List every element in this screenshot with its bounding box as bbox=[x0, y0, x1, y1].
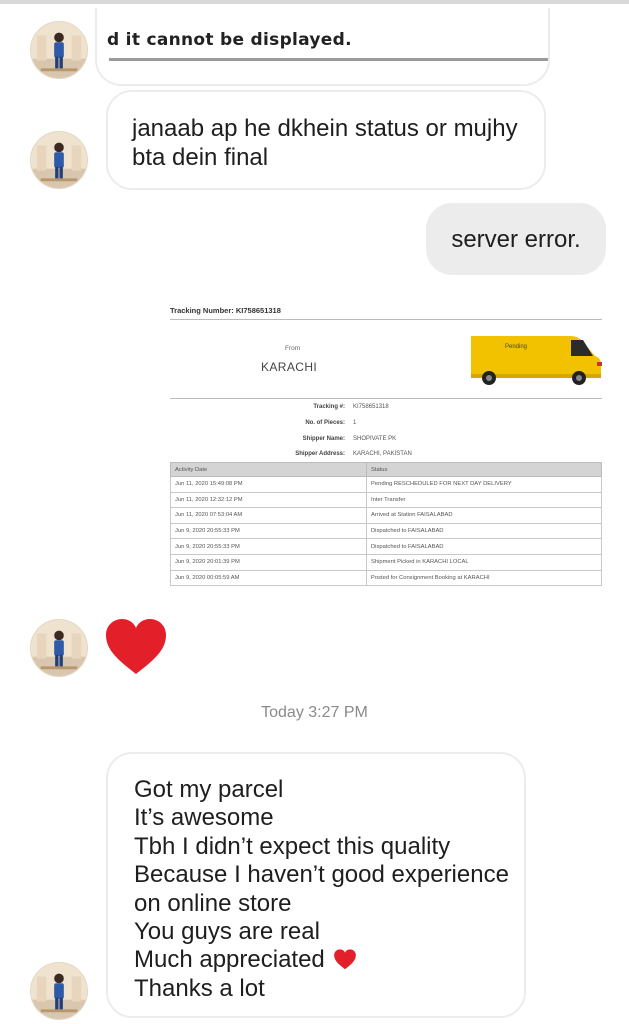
table-row: Jun 9, 2020 20:01:39 PM Shipment Picked i… bbox=[170, 553, 602, 571]
from-value: KARACHI bbox=[261, 360, 318, 374]
row-date: Jun 11, 2020 15:49:08 PM bbox=[170, 476, 367, 493]
row-status: Shipment Picked in KARACHI LOCAL bbox=[366, 553, 602, 571]
row-date: Jun 9, 2020 20:55:33 PM bbox=[170, 522, 367, 540]
row-status: Arrived at Station FAISALABAD bbox=[366, 507, 602, 524]
detail-value: KI758651318 bbox=[353, 404, 389, 410]
van-status-text: Pending bbox=[505, 344, 527, 350]
table-row: Jun 9, 2020 00:05:59 AM Posted for Consig… bbox=[170, 569, 602, 587]
row-status: Posted for Consignment Booking at KARACH… bbox=[366, 569, 602, 587]
divider bbox=[170, 319, 602, 320]
divider bbox=[170, 398, 602, 399]
row-date: Jun 11, 2020 07:53:04 AM bbox=[170, 507, 367, 524]
detail-value: SHOPIVATE PK bbox=[353, 436, 397, 442]
tracking-number-heading: Tracking Number: KI758651318 bbox=[170, 306, 281, 315]
row-date: Jun 11, 2020 12:32:12 PM bbox=[170, 491, 367, 509]
top-divider bbox=[0, 0, 629, 4]
detail-row: Shipper Address: KARACHI, PAKISTAN bbox=[247, 451, 447, 461]
table-row: Jun 11, 2020 12:32:12 PM Inter Transfer bbox=[170, 491, 602, 509]
incoming-message-bubble[interactable]: Got my parcel It’s awesome Tbh I didn’t … bbox=[106, 752, 526, 1018]
detail-row: No. of Pieces: 1 bbox=[247, 420, 447, 430]
row-status: Dispatched to FAISALABAD bbox=[366, 522, 602, 540]
incoming-message-bubble[interactable]: janaab ap he dkhein status or mujhy bta … bbox=[106, 90, 546, 190]
detail-key: Tracking #: bbox=[313, 404, 345, 410]
person-photo-icon bbox=[31, 620, 87, 676]
table-row: Jun 9, 2020 20:55:33 PM Dispatched to FAI… bbox=[170, 522, 602, 540]
detail-row: Shipper Name: SHOPIVATE PK bbox=[247, 436, 447, 446]
table-row: Jun 9, 2020 20:55:33 PM Dispatched to FAI… bbox=[170, 538, 602, 555]
column-header-status: Status bbox=[366, 462, 602, 477]
sender-avatar[interactable] bbox=[30, 962, 88, 1020]
message-timestamp: Today 3:27 PM bbox=[261, 704, 368, 721]
heart-emoji-icon[interactable] bbox=[104, 618, 168, 676]
row-date: Jun 9, 2020 20:01:39 PM bbox=[170, 553, 367, 571]
detail-row: Tracking #: KI758651318 bbox=[247, 404, 447, 414]
detail-value: 1 bbox=[353, 420, 357, 426]
delivery-van-icon: Pending bbox=[471, 336, 602, 385]
message-line: Because I haven’t good experience bbox=[134, 861, 509, 889]
message-line-with-heart: Much appreciated bbox=[134, 946, 498, 974]
tracking-screenshot-image[interactable]: Tracking Number: KI758651318 From KARACH… bbox=[165, 298, 603, 590]
person-photo-icon bbox=[31, 963, 87, 1019]
table-row: Jun 11, 2020 07:53:04 AM Arrived at Stati… bbox=[170, 507, 602, 524]
sender-avatar[interactable] bbox=[30, 131, 88, 189]
row-status: Inter Transfer bbox=[366, 491, 602, 509]
person-photo-icon bbox=[31, 22, 87, 78]
row-status: Pending RESCHEDULED FOR NEXT DAY DELIVER… bbox=[366, 476, 602, 493]
sender-avatar[interactable] bbox=[30, 21, 88, 79]
row-status: Dispatched to FAISALABAD bbox=[366, 538, 602, 555]
detail-value: KARACHI, PAKISTAN bbox=[353, 451, 412, 457]
table-row: Jun 11, 2020 15:49:08 PM Pending RESCHEDU… bbox=[170, 476, 602, 493]
row-date: Jun 9, 2020 20:55:33 PM bbox=[170, 538, 367, 555]
tracking-history-table: Activity Date Status Jun 11, 2020 15:49:… bbox=[170, 462, 602, 587]
message-line: It’s awesome bbox=[134, 804, 274, 832]
detail-key: No. of Pieces: bbox=[305, 420, 345, 426]
message-line-text: Much appreciated bbox=[134, 946, 325, 974]
sender-avatar[interactable] bbox=[30, 619, 88, 677]
message-text: server error. bbox=[451, 226, 581, 253]
clipped-message-bubble[interactable]: d it cannot be displayed. bbox=[95, 8, 550, 86]
message-line: on online store bbox=[134, 889, 292, 917]
heart-emoji-icon bbox=[333, 949, 356, 970]
detail-key: Shipper Address: bbox=[295, 451, 345, 457]
message-line: Tbh I didn’t expect this quality bbox=[134, 832, 451, 860]
outgoing-message-bubble[interactable]: server error. bbox=[426, 203, 606, 275]
message-text: janaab ap he dkhein status or mujhy bta … bbox=[132, 115, 518, 171]
row-date: Jun 9, 2020 00:05:59 AM bbox=[170, 569, 367, 587]
detail-key: Shipper Name: bbox=[302, 436, 345, 442]
column-header-date: Activity Date bbox=[170, 462, 367, 477]
message-line: You guys are real bbox=[134, 918, 320, 946]
message-line: Got my parcel bbox=[134, 776, 284, 803]
clipped-message-text: d it cannot be displayed. bbox=[107, 30, 352, 50]
from-label: From bbox=[285, 345, 301, 352]
person-photo-icon bbox=[31, 132, 87, 188]
message-line: Thanks a lot bbox=[134, 974, 265, 1002]
clipped-underline bbox=[109, 58, 548, 61]
